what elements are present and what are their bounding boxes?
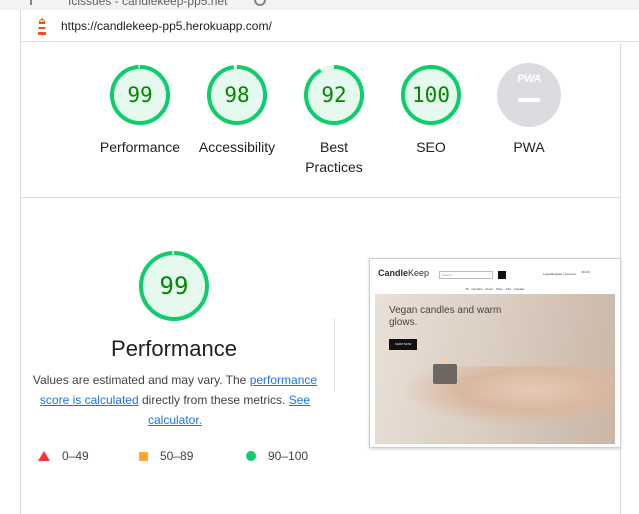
legend-fail: 0–49 (38, 449, 89, 463)
accessibility-gauge[interactable]: 98 (205, 63, 269, 127)
screenshot-search: Search... (439, 271, 493, 279)
screenshot-shop-button: SHOP NOW (389, 339, 417, 350)
browser-tab-strip: Icissues - candlekeep-pp5.net (0, 0, 639, 10)
flame-shape (443, 356, 447, 364)
best-practices-label[interactable]: Best Practices (302, 137, 366, 177)
seo-label[interactable]: SEO (376, 137, 486, 157)
best-practices-gauge[interactable]: 92 (302, 63, 366, 127)
screenshot-account: Login/Register | Account (543, 272, 576, 276)
report-url-link[interactable]: https://candlekeep-pp5.herokuapp.com/ (61, 19, 272, 33)
screenshot-navbar: CandleKeep Search... Login/Register | Ac… (375, 264, 615, 286)
screenshot-headline: Vegan candles and warm glows. (389, 305, 502, 328)
screenshot-brand: CandleKeep (378, 268, 429, 278)
performance-score: 99 (127, 83, 153, 107)
performance-main-score: 99 (159, 272, 189, 300)
devtools-frame-left (20, 10, 21, 514)
desc-text-2: directly from these metrics. (141, 393, 286, 407)
pwa-dash-icon (518, 98, 540, 102)
best-practices-score: 92 (321, 83, 347, 107)
screenshot-search-icon (498, 271, 506, 279)
performance-main-gauge: 99 (137, 249, 211, 323)
screenshot-brand-bold: Candle (378, 268, 409, 278)
screenshot-brand-thin: Keep (408, 268, 430, 278)
seo-score: 100 (412, 83, 450, 107)
screenshot-bag: €0.00 (582, 270, 590, 274)
accessibility-label[interactable]: Accessibility (182, 137, 292, 157)
browser-tab-title[interactable]: Icissues - candlekeep-pp5.net (68, 0, 227, 8)
average-square-icon (139, 452, 148, 461)
tab-loading-icon (254, 0, 266, 6)
pass-circle-icon (246, 451, 256, 461)
lighthouse-icon (38, 18, 46, 35)
legend-average-label: 50–89 (160, 449, 194, 463)
screenshot-page: Vegan candles and warm glows. SHOP NOW C… (375, 264, 615, 444)
performance-description: Values are estimated and may vary. The p… (30, 370, 320, 430)
final-screenshot-thumbnail[interactable]: Vegan candles and warm glows. SHOP NOW C… (369, 258, 621, 448)
performance-label[interactable]: Performance (85, 137, 195, 157)
legend-pass: 90–100 (246, 449, 308, 463)
pwa-badge-text: PWA (517, 73, 541, 85)
candle-shape (433, 364, 457, 384)
accessibility-score: 98 (224, 83, 250, 107)
legend-pass-label: 90–100 (268, 449, 309, 463)
performance-title: Performance (111, 336, 237, 361)
legend-fail-label: 0–49 (62, 449, 89, 463)
fail-triangle-icon (38, 451, 50, 461)
pwa-badge[interactable]: PWA (497, 63, 561, 127)
pwa-label[interactable]: PWA (474, 137, 584, 157)
vertical-divider (334, 318, 335, 392)
screenshot-hero-image: Vegan candles and warm glows. SHOP NOW (375, 294, 615, 444)
tab-close-icon[interactable] (30, 0, 32, 5)
report-url-bar: https://candlekeep-pp5.herokuapp.com/ (21, 10, 639, 42)
screenshot-nav-links: All Candles About Shop Add Candles (465, 287, 525, 291)
section-divider (21, 197, 620, 198)
desc-text-1: Values are estimated and may vary. The (32, 373, 247, 387)
legend-average: 50–89 (139, 449, 193, 463)
performance-gauge[interactable]: 99 (108, 63, 172, 127)
seo-gauge[interactable]: 100 (399, 63, 463, 127)
